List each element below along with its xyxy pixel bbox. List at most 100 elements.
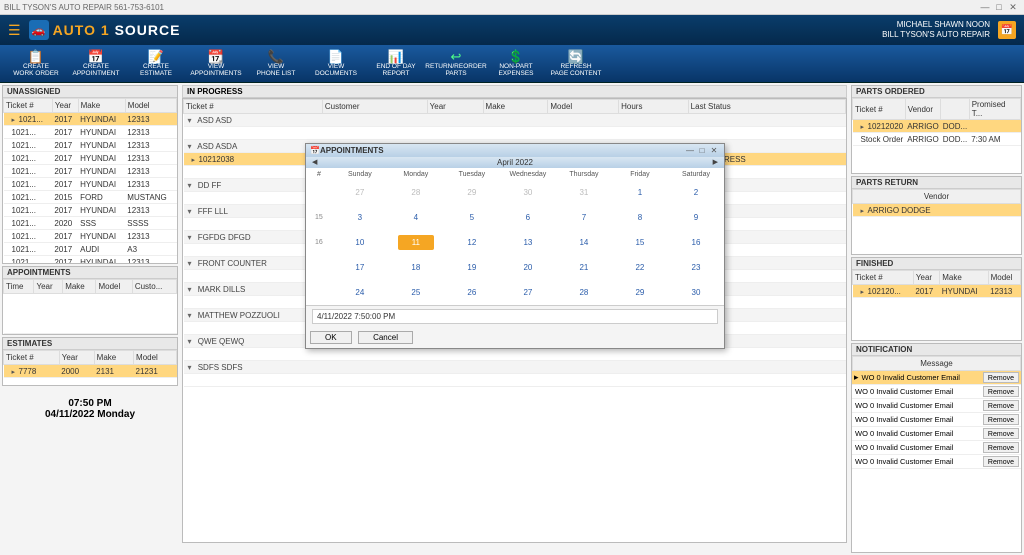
column-header[interactable]: Make bbox=[63, 280, 96, 294]
header-calendar-icon[interactable]: 📅 bbox=[998, 21, 1016, 39]
calendar-day[interactable]: 9 bbox=[668, 205, 724, 230]
column-header[interactable]: Make bbox=[483, 100, 548, 114]
column-header[interactable]: Customer bbox=[322, 100, 427, 114]
collapse-icon[interactable]: ▾ bbox=[188, 233, 196, 242]
calendar-day[interactable]: 12 bbox=[444, 230, 500, 255]
calendar-day[interactable]: 6 bbox=[500, 205, 556, 230]
notification-row[interactable]: WO 0 Invalid Customer Email Remove bbox=[852, 399, 1021, 413]
finished-table[interactable]: Ticket #YearMakeModel 102120...2017HYUND… bbox=[852, 270, 1021, 298]
table-row[interactable]: 1021...2017HYUNDAI12313 bbox=[4, 113, 177, 126]
column-header[interactable]: Vendor bbox=[905, 99, 941, 120]
modal-close-button[interactable]: ✕ bbox=[708, 146, 720, 155]
group-row[interactable]: ▾ ASD ASD bbox=[184, 114, 846, 127]
table-row[interactable]: 1021...2017AUDIA3 bbox=[4, 243, 177, 256]
calendar-day[interactable]: 14 bbox=[556, 230, 612, 255]
table-row[interactable]: 10212020ARRIGODOD... bbox=[853, 120, 1021, 133]
toolbar-button[interactable]: 📋 CREATE WORK ORDER bbox=[6, 48, 66, 79]
toolbar-button[interactable]: 📝 CREATE ESTIMATE bbox=[126, 48, 186, 79]
column-header[interactable]: Model bbox=[134, 351, 177, 365]
calendar-day[interactable]: 20 bbox=[500, 255, 556, 280]
calendar-day[interactable]: 1 bbox=[612, 180, 668, 205]
table-row[interactable]: 77782000213121231 bbox=[4, 365, 177, 378]
calendar-day[interactable]: 27 bbox=[332, 180, 388, 205]
table-row[interactable] bbox=[184, 127, 846, 140]
column-header[interactable]: Year bbox=[52, 99, 78, 113]
calendar-day[interactable]: 27 bbox=[500, 280, 556, 305]
window-close-button[interactable]: ✕ bbox=[1006, 2, 1020, 13]
toolbar-button[interactable]: 💲 NON-PART EXPENSES bbox=[486, 48, 546, 79]
remove-button[interactable]: Remove bbox=[983, 456, 1019, 467]
column-header[interactable]: Make bbox=[78, 99, 125, 113]
calendar-day[interactable]: 29 bbox=[444, 180, 500, 205]
calendar-day[interactable]: 3 bbox=[332, 205, 388, 230]
table-row[interactable]: 1021...2017HYUNDAI12313 bbox=[4, 256, 177, 264]
calendar-day[interactable]: 21 bbox=[556, 255, 612, 280]
table-row[interactable]: 1021...2020SSSSSSS bbox=[4, 217, 177, 230]
calendar-day[interactable]: 5 bbox=[444, 205, 500, 230]
table-row[interactable] bbox=[184, 374, 846, 387]
table-row[interactable]: 1021...2017HYUNDAI12313 bbox=[4, 165, 177, 178]
calendar-day[interactable]: 25 bbox=[388, 280, 444, 305]
notification-row[interactable]: WO 0 Invalid Customer Email Remove bbox=[852, 455, 1021, 469]
calendar-day[interactable]: 4 bbox=[388, 205, 444, 230]
table-row[interactable]: 1021...2017HYUNDAI12313 bbox=[4, 152, 177, 165]
column-header[interactable]: Vendor bbox=[853, 190, 1021, 204]
toolbar-button[interactable]: 📄 VIEW DOCUMENTS bbox=[306, 48, 366, 79]
column-header[interactable]: Model bbox=[548, 100, 619, 114]
column-header[interactable]: Custo... bbox=[132, 280, 176, 294]
calendar-day[interactable]: 18 bbox=[388, 255, 444, 280]
notification-row[interactable]: WO 0 Invalid Customer Email Remove bbox=[852, 427, 1021, 441]
toolbar-button[interactable]: 📅 CREATE APPOINTMENT bbox=[66, 48, 126, 79]
table-row[interactable]: 1021...2017HYUNDAI12313 bbox=[4, 139, 177, 152]
column-header[interactable]: Year bbox=[34, 280, 63, 294]
calendar-day[interactable]: 28 bbox=[556, 280, 612, 305]
modal-min-button[interactable]: — bbox=[684, 146, 696, 155]
collapse-icon[interactable]: ▾ bbox=[188, 363, 196, 372]
column-header[interactable]: Year bbox=[59, 351, 94, 365]
remove-button[interactable]: Remove bbox=[983, 400, 1019, 411]
calendar-day[interactable]: 15 bbox=[612, 230, 668, 255]
column-header[interactable]: Hours bbox=[619, 100, 689, 114]
modal-max-button[interactable]: □ bbox=[696, 146, 708, 155]
table-row[interactable]: 1021...2017HYUNDAI12313 bbox=[4, 230, 177, 243]
collapse-icon[interactable]: ▾ bbox=[188, 181, 196, 190]
remove-button[interactable]: Remove bbox=[983, 414, 1019, 425]
calendar-day[interactable]: 17 bbox=[332, 255, 388, 280]
menu-icon[interactable]: ☰ bbox=[8, 22, 21, 39]
calendar-day[interactable]: 26 bbox=[444, 280, 500, 305]
calendar-day[interactable]: 2 bbox=[668, 180, 724, 205]
table-row[interactable]: Stock OrderARRIGODOD...7:30 AM bbox=[853, 133, 1021, 146]
calendar-day[interactable]: 10 bbox=[332, 230, 388, 255]
next-month-button[interactable]: ▶ bbox=[713, 158, 718, 166]
calendar-day[interactable]: 16 bbox=[668, 230, 724, 255]
calendar-day[interactable]: 28 bbox=[388, 180, 444, 205]
collapse-icon[interactable]: ▾ bbox=[188, 311, 196, 320]
table-row[interactable]: 1021...2015FORDMUSTANG bbox=[4, 191, 177, 204]
column-header[interactable]: Ticket # bbox=[4, 351, 60, 365]
notification-row[interactable]: ▸ WO 0 Invalid Customer Email Remove bbox=[852, 371, 1021, 385]
notification-row[interactable]: WO 0 Invalid Customer Email Remove bbox=[852, 413, 1021, 427]
remove-button[interactable]: Remove bbox=[983, 386, 1019, 397]
remove-button[interactable]: Remove bbox=[983, 428, 1019, 439]
collapse-icon[interactable]: ▾ bbox=[188, 259, 196, 268]
table-row[interactable]: 1021...2017HYUNDAI12313 bbox=[4, 204, 177, 217]
collapse-icon[interactable]: ▾ bbox=[188, 207, 196, 216]
window-min-button[interactable]: — bbox=[978, 2, 992, 12]
calendar-day[interactable]: 31 bbox=[556, 180, 612, 205]
window-max-button[interactable]: □ bbox=[992, 2, 1006, 12]
remove-button[interactable]: Remove bbox=[983, 442, 1019, 453]
column-header[interactable] bbox=[941, 99, 969, 120]
column-header[interactable]: Year bbox=[427, 100, 483, 114]
column-header[interactable]: Model bbox=[125, 99, 176, 113]
calendar-day[interactable]: 29 bbox=[612, 280, 668, 305]
cancel-button[interactable]: Cancel bbox=[358, 331, 413, 344]
collapse-icon[interactable]: ▾ bbox=[188, 285, 196, 294]
calendar-day[interactable]: 30 bbox=[500, 180, 556, 205]
collapse-icon[interactable]: ▾ bbox=[188, 116, 196, 125]
column-header[interactable]: Message bbox=[853, 357, 1021, 371]
unassigned-table[interactable]: Ticket #YearMakeModel 1021...2017HYUNDAI… bbox=[3, 98, 177, 263]
calendar-day[interactable]: 11 bbox=[388, 230, 444, 255]
table-row[interactable] bbox=[4, 294, 177, 334]
notification-row[interactable]: WO 0 Invalid Customer Email Remove bbox=[852, 441, 1021, 455]
column-header[interactable]: Year bbox=[913, 271, 939, 285]
